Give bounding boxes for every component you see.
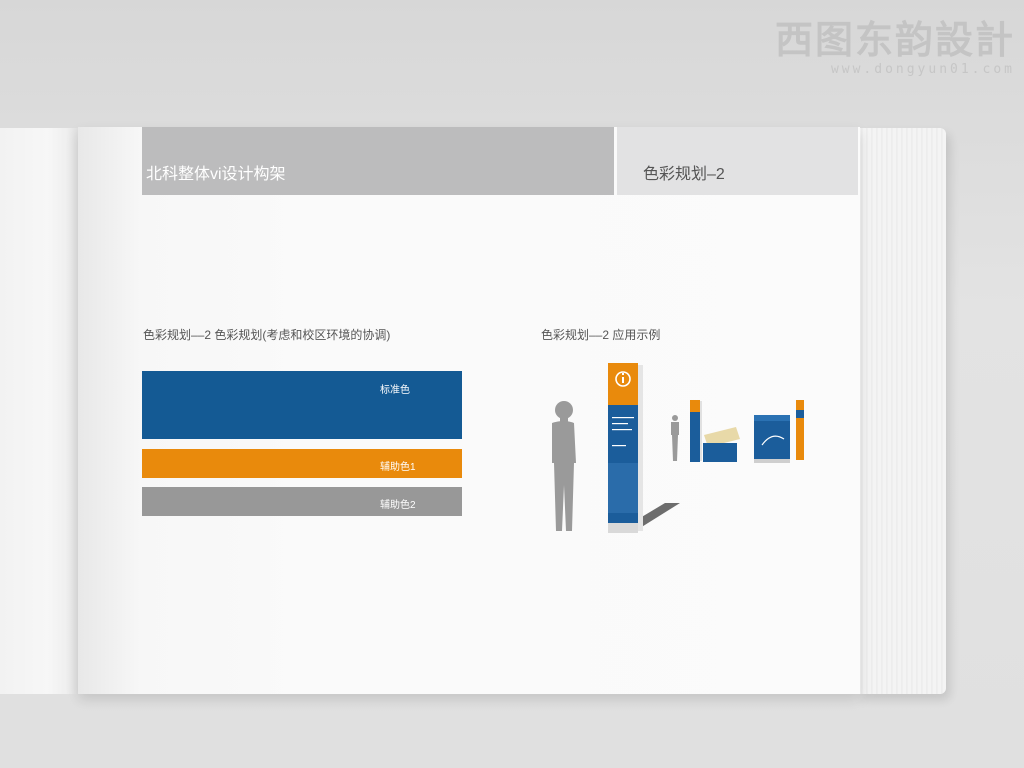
- auxiliary-color-1-swatch: 辅助色1: [142, 449, 462, 478]
- page-stack: [858, 128, 946, 694]
- swatch-label: 标准色: [380, 385, 410, 396]
- map-kiosk: [703, 427, 740, 462]
- tall-sign-pillar: [608, 363, 643, 533]
- person-silhouette: [552, 401, 576, 531]
- small-person-silhouette: [671, 415, 679, 461]
- application-caption: 色彩规划––2 应用示例: [541, 328, 661, 342]
- orange-sign-pillar: [796, 400, 804, 460]
- watermark-url: www.dongyun01.com: [830, 62, 1015, 77]
- standard-color-swatch: 标准色: [142, 371, 462, 439]
- swatch-label: 辅助色1: [380, 462, 416, 473]
- signage-illustration: [552, 363, 804, 533]
- page-title: 北科整体vi设计构架: [146, 166, 286, 183]
- watermark-title: 西图东韵設計: [774, 18, 1015, 62]
- auxiliary-color-2-swatch: 辅助色2: [142, 487, 462, 516]
- color-plan-caption: 色彩规划––2 色彩规划(考虑和校区环境的协调): [143, 328, 391, 342]
- small-sign-pillar: [690, 400, 702, 462]
- section-title: 色彩规划–2: [643, 166, 725, 183]
- watermark: 西图东韵設計 www.dongyun01.com: [695, 18, 1015, 77]
- swatch-label: 辅助色2: [380, 500, 416, 511]
- blue-board: [754, 415, 790, 463]
